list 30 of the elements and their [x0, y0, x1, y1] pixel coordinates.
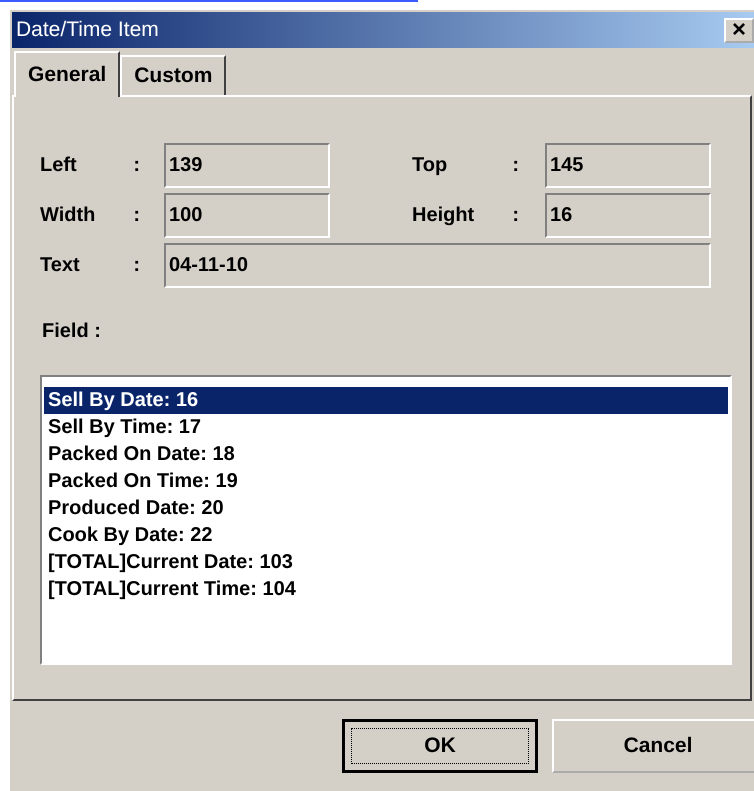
- tab[interactable]: Custom: [120, 55, 226, 95]
- input-field[interactable]: 16: [545, 193, 711, 238]
- list-item[interactable]: [TOTAL]Current Date: 103: [44, 549, 728, 576]
- colon: :: [133, 204, 140, 227]
- list-item[interactable]: Sell By Time: 17: [44, 414, 728, 441]
- field-label: Field :: [42, 320, 101, 343]
- tab[interactable]: General: [14, 51, 120, 97]
- list-item[interactable]: Packed On Date: 18: [44, 441, 728, 468]
- list-item[interactable]: Sell By Date: 16: [44, 387, 728, 414]
- input-field[interactable]: 04-11-10: [164, 243, 711, 288]
- ok-button[interactable]: OK: [342, 719, 538, 773]
- field-label: Height: [412, 204, 474, 227]
- field-label: Top: [412, 154, 448, 177]
- colon: :: [512, 154, 519, 177]
- field-label: Width: [40, 204, 96, 227]
- colon: :: [512, 204, 519, 227]
- input-field[interactable]: 100: [164, 193, 330, 238]
- field-label: Left: [40, 154, 77, 177]
- input-field[interactable]: 145: [545, 143, 711, 188]
- input-field[interactable]: 139: [164, 143, 330, 188]
- field-label: Text: [40, 254, 80, 277]
- list-item[interactable]: Packed On Time: 19: [44, 468, 728, 495]
- close-button[interactable]: ×: [724, 18, 754, 42]
- colon: :: [133, 254, 140, 277]
- list-item[interactable]: [TOTAL]Current Time: 104: [44, 576, 728, 603]
- cancel-button[interactable]: Cancel: [552, 719, 754, 773]
- list-item[interactable]: Cook By Date: 22: [44, 522, 728, 549]
- colon: :: [133, 154, 140, 177]
- list-item[interactable]: Produced Date: 20: [44, 495, 728, 522]
- window-title: Date/Time Item: [16, 18, 159, 42]
